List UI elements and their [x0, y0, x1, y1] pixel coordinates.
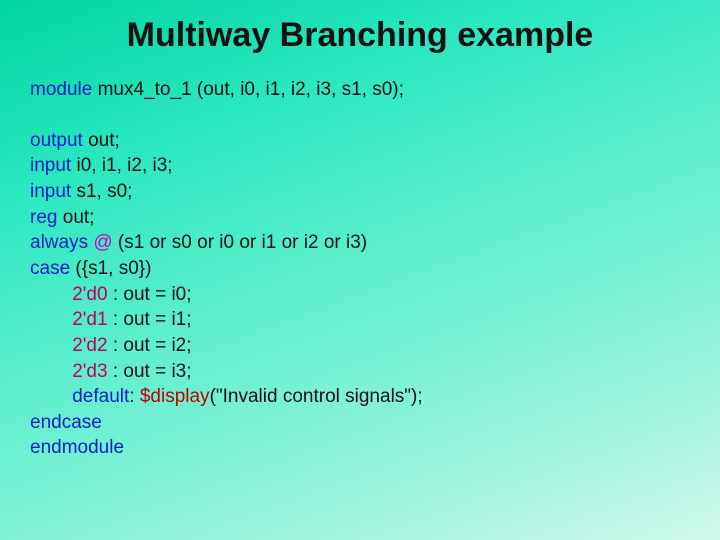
case-branch-2: : out = i2; [108, 335, 192, 356]
literal-d2: 2'd2 [72, 335, 107, 356]
sensitivity-list: (s1 or s0 or i0 or i1 or i2 or i3) [113, 232, 367, 253]
keyword-reg: reg [30, 207, 57, 228]
keyword-endcase: endcase [30, 412, 102, 433]
system-task-display: $display [140, 386, 210, 407]
slide-title: Multiway Branching example [30, 14, 690, 57]
keyword-default: default [72, 386, 129, 407]
literal-d1: 2'd1 [72, 309, 107, 330]
keyword-module: module [30, 79, 92, 100]
literal-d3: 2'd3 [72, 361, 107, 382]
default-colon: : [129, 386, 140, 407]
keyword-input: input [30, 181, 71, 202]
display-args: ("Invalid control signals"); [210, 386, 423, 407]
case-condition: ({s1, s0}) [70, 258, 151, 279]
code-block: module mux4_to_1 (out, i0, i1, i2, i3, s… [30, 77, 690, 462]
literal-d0: 2'd0 [72, 284, 107, 305]
module-declaration: mux4_to_1 (out, i0, i1, i2, i3, s1, s0); [92, 79, 404, 100]
output-decl: out; [83, 130, 120, 151]
keyword-case: case [30, 258, 70, 279]
case-branch-0: : out = i0; [108, 284, 192, 305]
case-branch-1: : out = i1; [108, 309, 192, 330]
at-operator: @ [93, 232, 112, 253]
input-decl-i: i0, i1, i2, i3; [71, 155, 172, 176]
slide: Multiway Branching example module mux4_t… [0, 0, 720, 540]
keyword-input: input [30, 155, 71, 176]
input-decl-s: s1, s0; [71, 181, 132, 202]
keyword-always: always [30, 232, 88, 253]
keyword-endmodule: endmodule [30, 437, 124, 458]
reg-decl: out; [57, 207, 94, 228]
keyword-output: output [30, 130, 83, 151]
case-branch-3: : out = i3; [108, 361, 192, 382]
